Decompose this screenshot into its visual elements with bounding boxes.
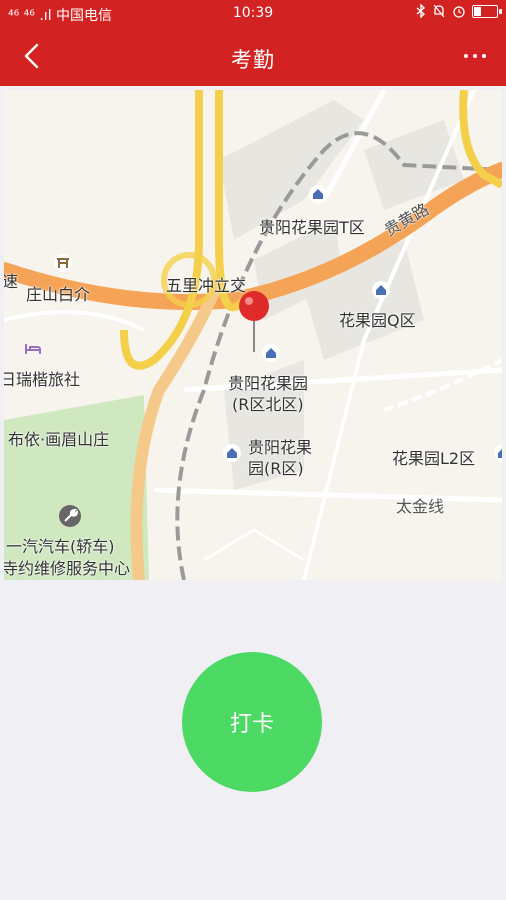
map-label: 日瑞楷旅社	[4, 370, 81, 389]
nav-bar: 考勤	[0, 28, 506, 86]
more-dot-icon	[482, 54, 486, 58]
house-poi-icon	[223, 444, 241, 462]
more-dot-icon	[473, 54, 477, 58]
status-bar: ⁴⁶ ⁴⁶ .ıl 中国电信 10:39	[0, 0, 506, 28]
map-label: 速	[4, 272, 19, 291]
map-label: 寺约维修服务中心	[4, 559, 131, 578]
punch-in-button[interactable]: 打卡	[182, 652, 322, 792]
map-label: 花果园Q区	[339, 311, 416, 330]
map-label: 贵阳花果园T区	[259, 218, 365, 237]
house-poi-icon	[494, 444, 502, 462]
map-label: 布依·画眉山庄	[8, 430, 110, 449]
wrench-poi-icon	[59, 505, 81, 527]
map-view[interactable]: 贵阳花果园T区 贵黄路 五里冲立交 庄山白介 速 花果园Q区 日瑞楷旅社 贵阳花…	[4, 90, 502, 580]
gate-poi-icon	[54, 254, 72, 272]
map-label: 五里冲立交	[166, 276, 247, 295]
bluetooth-icon	[416, 4, 426, 18]
mute-bell-icon	[433, 4, 445, 18]
more-button[interactable]	[458, 41, 492, 71]
map-label-road: 太金线	[396, 497, 445, 516]
house-poi-icon	[309, 185, 327, 203]
map-label: 园(R区)	[248, 459, 304, 478]
house-poi-icon	[372, 281, 390, 299]
battery-icon	[472, 4, 502, 18]
more-dot-icon	[464, 54, 468, 58]
alarm-icon	[453, 6, 465, 18]
page-title: 考勤	[231, 48, 275, 72]
map-label: 庄山白介	[26, 285, 91, 304]
map-label: 一汽汽车(轿车)	[6, 537, 115, 556]
house-poi-icon	[262, 344, 280, 362]
status-icons	[416, 4, 502, 18]
map-label: 花果园L2区	[392, 449, 476, 468]
hotel-poi-icon	[25, 344, 41, 354]
map-label: (R区北区)	[232, 395, 304, 414]
